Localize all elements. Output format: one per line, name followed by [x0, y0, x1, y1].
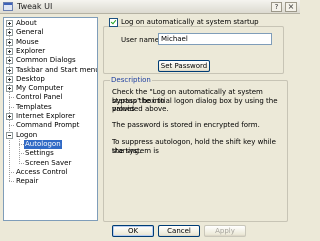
tree-item-label: About [16, 19, 37, 27]
tree-item-screen-saver[interactable]: Screen Saver [4, 159, 97, 168]
tree-connector [9, 171, 14, 173]
expand-icon[interactable] [6, 38, 13, 46]
description-line: starting. [112, 146, 142, 155]
description-line: provided above. [112, 105, 169, 113]
tree-item-label: Desktop [16, 74, 45, 83]
title-bar: Tweak UI ? × [0, 0, 300, 14]
tree-item-explorer[interactable]: Explorer [4, 47, 97, 56]
tree-connector [19, 162, 24, 164]
tree-item-label: Control Panel [16, 93, 63, 102]
tree-item-control-panel[interactable]: Control Panel [4, 93, 97, 102]
autologon-checkbox[interactable] [109, 18, 118, 27]
tree-item-taskbar-and-start-menu[interactable]: Taskbar and Start menu [4, 66, 97, 75]
tree-item-label: Command Prompt [16, 121, 80, 130]
window-title: Tweak UI [17, 2, 53, 11]
tree-item-label: Screen Saver [25, 158, 72, 167]
tree-connector [9, 181, 14, 183]
tree-item-label: General [16, 28, 44, 37]
tree-item-label: Mouse [16, 37, 39, 46]
tree-item-label: Common Dialogs [16, 56, 76, 65]
ok-button[interactable]: OK [112, 225, 154, 237]
apply-button[interactable]: Apply [204, 225, 246, 237]
expand-icon[interactable] [6, 47, 13, 55]
tree-item-desktop[interactable]: Desktop [4, 75, 97, 84]
cancel-button[interactable]: Cancel [158, 225, 200, 237]
tree-item-label: Taskbar and Start menu [16, 65, 98, 74]
tree-item-templates[interactable]: Templates [4, 103, 97, 112]
help-button[interactable]: ? [271, 2, 282, 12]
tree-item-label: Autologon [24, 139, 62, 149]
tree-connector [9, 97, 14, 99]
tree-item-about[interactable]: About [4, 19, 97, 28]
tree-item-repair[interactable]: Repair [4, 177, 97, 186]
tree-item-label: Access Control [16, 167, 68, 176]
username-label: User name: [121, 36, 162, 44]
expand-icon[interactable] [6, 85, 13, 93]
expand-icon[interactable] [6, 75, 13, 83]
tree-item-my-computer[interactable]: My Computer [4, 84, 97, 93]
tree-item-settings[interactable]: Settings [4, 149, 97, 158]
tree-item-label: Logon [16, 130, 38, 139]
description-legend: Description [110, 76, 152, 84]
expand-icon[interactable] [6, 20, 13, 27]
tree-item-mouse[interactable]: Mouse [4, 38, 97, 47]
tree-item-label: Templates [16, 102, 52, 111]
tree-item-label: Settings [25, 149, 54, 158]
tree-item-label: Internet Explorer [16, 112, 76, 120]
expand-icon[interactable] [6, 66, 13, 74]
collapse-icon[interactable] [6, 131, 13, 139]
autologon-checkbox-label[interactable]: Log on automatically at system startup [121, 18, 260, 26]
tree-connector [19, 153, 24, 155]
tree-item-label: Explorer [16, 46, 46, 55]
close-button[interactable]: × [285, 2, 297, 12]
settings-tree[interactable]: About General Mouse Explorer Common Dialogs T… [3, 17, 98, 221]
username-input[interactable]: Michael [158, 33, 272, 45]
expand-icon[interactable] [6, 113, 13, 120]
tree-item-logon[interactable]: Logon [4, 131, 97, 140]
set-password-button[interactable]: Set Password [158, 60, 210, 72]
expand-icon[interactable] [6, 29, 13, 37]
tree-item-general[interactable]: General [4, 28, 97, 37]
tree-item-access-control[interactable]: Access Control [4, 168, 97, 177]
expand-icon[interactable] [6, 57, 13, 65]
tree-item-internet-explorer[interactable]: Internet Explorer [4, 112, 97, 121]
tree-item-label: My Computer [16, 84, 64, 93]
tree-item-common-dialogs[interactable]: Common Dialogs [4, 56, 97, 65]
tree-connector [9, 106, 14, 108]
tree-item-command-prompt[interactable]: Command Prompt [4, 121, 97, 130]
tree-item-label: Repair [16, 177, 39, 186]
tweakui-app-icon [3, 2, 13, 11]
description-line: The password is stored in encrypted form… [112, 121, 260, 129]
tree-connector [9, 125, 14, 127]
tree-item-autologon[interactable]: Autologon [4, 139, 97, 149]
